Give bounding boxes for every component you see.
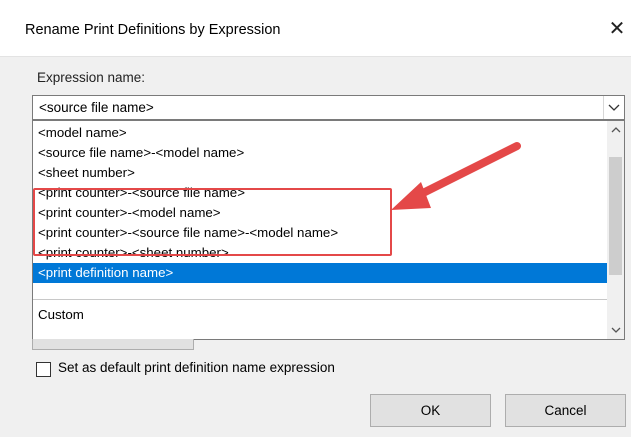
- obscured-button[interactable]: [32, 339, 194, 350]
- default-expression-label: Set as default print definition name exp…: [58, 360, 335, 375]
- scroll-down-button[interactable]: [607, 322, 624, 339]
- list-item[interactable]: Custom: [33, 305, 609, 325]
- scroll-thumb[interactable]: [609, 157, 622, 275]
- expression-name-label: Expression name:: [37, 70, 146, 85]
- list-separator: [33, 299, 609, 300]
- scroll-up-button[interactable]: [607, 121, 624, 138]
- ok-button[interactable]: OK: [370, 394, 491, 427]
- list-item-selected[interactable]: <print definition name>: [33, 263, 609, 283]
- default-expression-checkbox[interactable]: [36, 362, 51, 377]
- close-button[interactable]: ✕: [603, 12, 631, 44]
- vertical-scrollbar[interactable]: [607, 121, 624, 339]
- dropdown-toggle[interactable]: [603, 96, 624, 119]
- annotation-highlight-box: [33, 188, 392, 256]
- title-bar: Rename Print Definitions by Expression ✕: [0, 0, 631, 57]
- close-icon: ✕: [608, 17, 626, 40]
- red-arrow-icon: [391, 142, 521, 210]
- cancel-button[interactable]: Cancel: [505, 394, 626, 427]
- expression-selected-value: <source file name>: [39, 100, 154, 115]
- rename-dialog: Rename Print Definitions by Expression ✕…: [0, 0, 631, 437]
- chevron-down-icon: [608, 104, 620, 111]
- chevron-up-icon: [611, 127, 620, 133]
- dialog-title: Rename Print Definitions by Expression: [25, 22, 281, 38]
- expression-name-select[interactable]: <source file name>: [32, 95, 625, 120]
- chevron-down-icon: [611, 327, 620, 333]
